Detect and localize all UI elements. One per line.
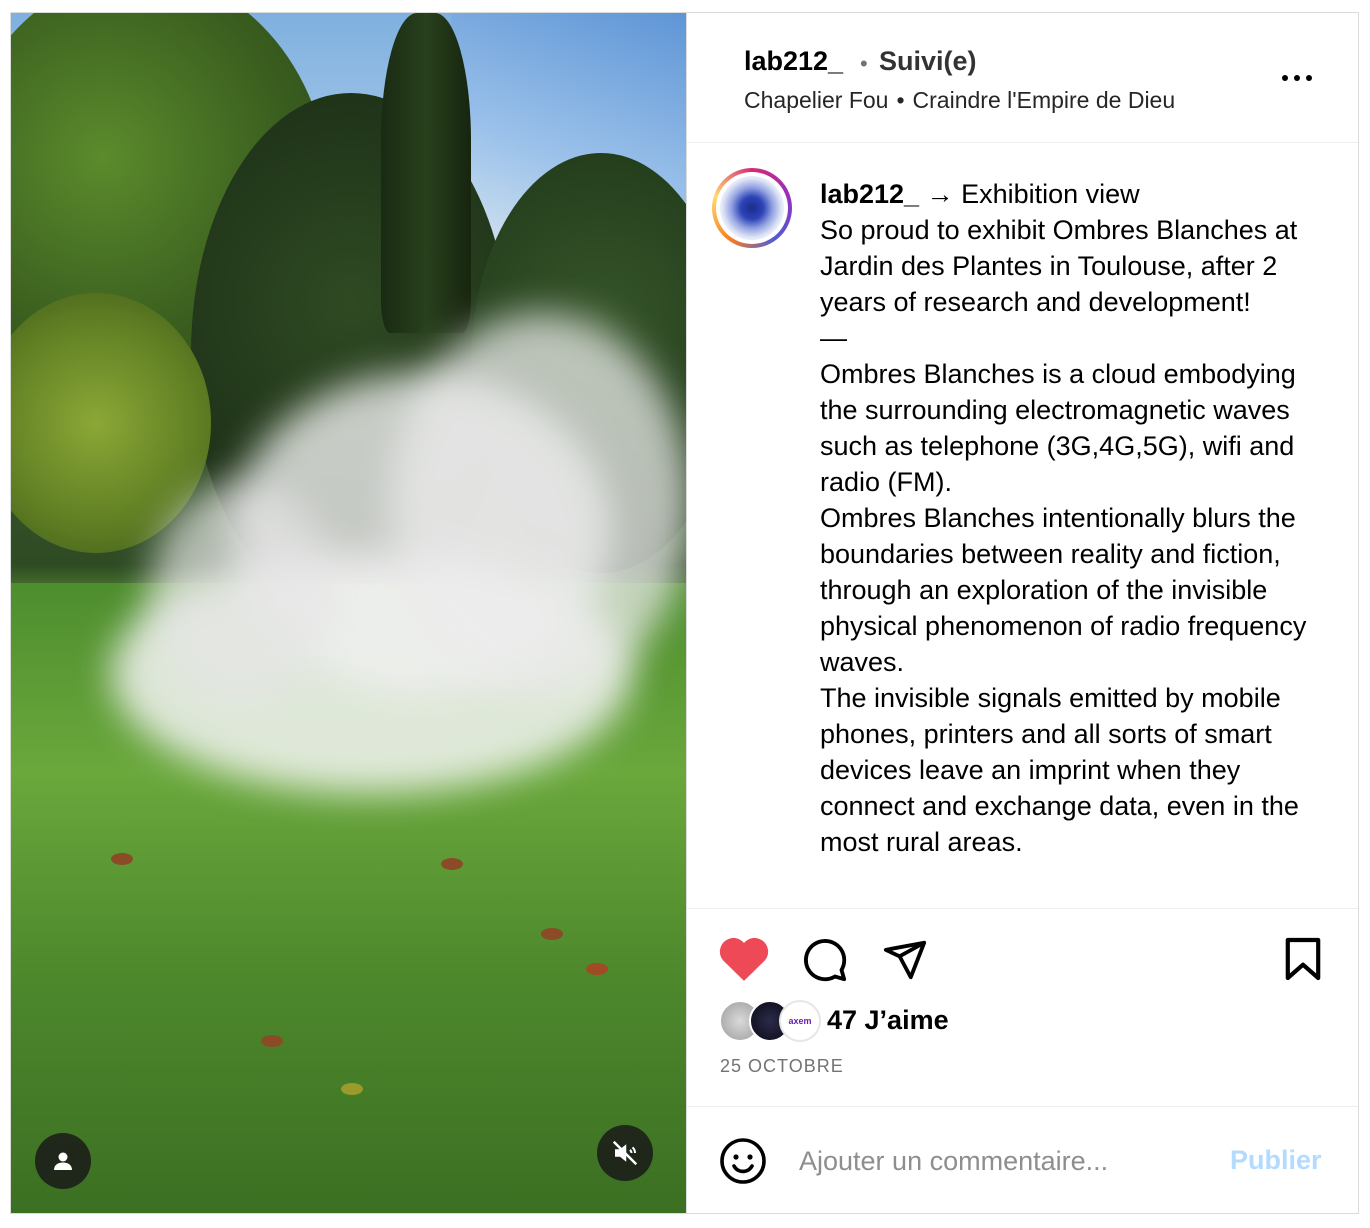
likes-count-link[interactable]: 47 J’aime	[827, 1005, 949, 1036]
post-video[interactable]	[11, 13, 686, 1213]
post-caption: lab212_ → Exhibition view So proud to ex…	[820, 176, 1320, 860]
video-leaf	[111, 853, 133, 865]
video-leaf	[441, 858, 463, 870]
avatar-logo-text: axem	[788, 1016, 812, 1026]
comment-icon[interactable]	[799, 934, 851, 986]
avatar[interactable]: axem	[779, 1000, 821, 1042]
caption-line: So proud to exhibit Ombres Blanches at J…	[820, 215, 1298, 317]
user-tag-icon[interactable]	[35, 1133, 91, 1189]
video-mist	[151, 483, 331, 703]
video-cypress	[381, 13, 471, 333]
audio-info[interactable]: Chapelier Fou • Craindre l'Empire de Dieu	[744, 87, 1175, 114]
caption-line: —	[820, 323, 847, 353]
bookmark-icon[interactable]	[1283, 934, 1323, 984]
video-mist	[391, 313, 686, 693]
avatar[interactable]	[712, 168, 792, 248]
caption-line: Ombres Blanches is a cloud embodying the…	[820, 359, 1296, 497]
post-actions: axem 47 J’aime 25 OCTOBRE Publier	[687, 910, 1358, 1212]
caption-username-link[interactable]: lab212_	[820, 179, 919, 209]
liker-avatars[interactable]: axem	[719, 1000, 829, 1042]
heart-filled-icon[interactable]	[717, 934, 771, 984]
video-leaf	[261, 1035, 283, 1047]
send-icon[interactable]	[879, 934, 931, 986]
caption-area[interactable]: lab212_ → Exhibition view So proud to ex…	[687, 144, 1358, 909]
post-card: lab212_ • Suivi(e) Chapelier Fou • Craindr…	[10, 12, 1359, 1214]
volume-muted-icon[interactable]	[597, 1125, 653, 1181]
caption-line: The invisible signals emitted by mobile …	[820, 683, 1299, 857]
audio-separator: •	[896, 87, 905, 113]
video-leaf	[586, 963, 608, 975]
video-leaf	[541, 928, 563, 940]
caption-line: Ombres Blanches intentionally blurs the …	[820, 503, 1307, 677]
audio-track[interactable]: Craindre l'Empire de Dieu	[913, 87, 1176, 113]
more-horizontal-icon[interactable]	[1282, 63, 1322, 93]
caption-line: → Exhibition view	[926, 179, 1140, 209]
video-leaf	[341, 1083, 363, 1095]
header-separator: •	[860, 51, 868, 76]
publish-button[interactable]: Publier	[1230, 1145, 1322, 1176]
audio-artist[interactable]: Chapelier Fou	[744, 87, 888, 113]
post-header: lab212_ • Suivi(e) Chapelier Fou • Craindr…	[687, 13, 1358, 143]
post-details-panel: lab212_ • Suivi(e) Chapelier Fou • Craindr…	[686, 13, 1358, 1213]
follow-status-button[interactable]: Suivi(e)	[879, 46, 977, 77]
author-username-link[interactable]: lab212_	[744, 46, 843, 77]
comment-input[interactable]	[799, 1141, 1199, 1181]
comment-bar: Publier	[687, 1106, 1358, 1212]
post-date[interactable]: 25 OCTOBRE	[720, 1056, 844, 1077]
emoji-smile-icon[interactable]	[719, 1137, 767, 1185]
